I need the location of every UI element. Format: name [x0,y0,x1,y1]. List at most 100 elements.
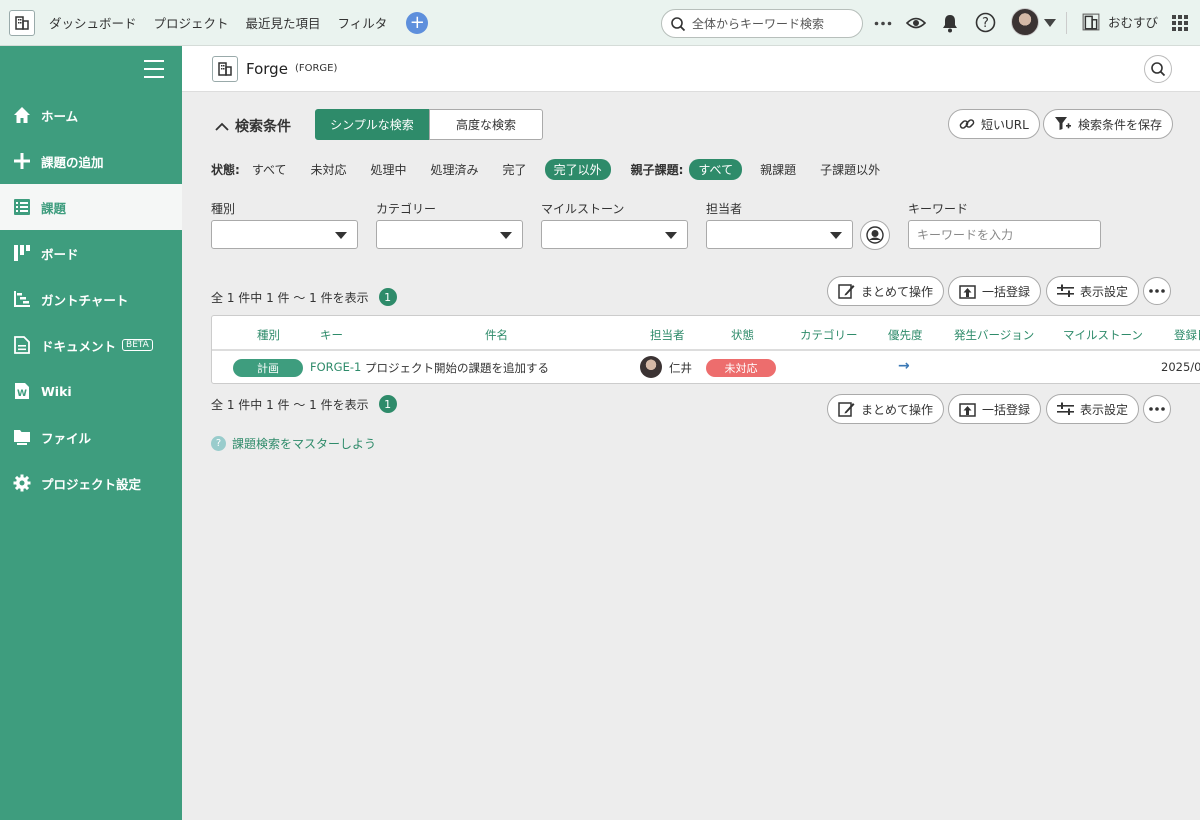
issue-subject[interactable]: プロジェクト開始の課題を追加する [365,360,549,376]
beta-badge: BETA [122,339,153,351]
bulk-edit-label: まとめて操作 [861,284,934,299]
document-icon [12,335,32,355]
column-header-key[interactable]: キー [320,327,343,343]
sidebar-item-wiki[interactable]: W Wiki [0,368,182,414]
space-name-label: おむすび [1108,15,1159,30]
project-header: Forge (FORGE) [182,46,1200,92]
column-header-category[interactable]: カテゴリー [800,327,858,343]
status-option-all[interactable]: すべて [246,159,293,180]
sidebar-item-project-settings[interactable]: プロジェクト設定 [0,460,182,506]
sidebar-item-label: ファイル [41,430,92,446]
wiki-icon: W [12,381,32,401]
notification-bell-icon[interactable] [941,13,959,33]
result-count-badge: 1 [378,395,397,413]
more-icon [1149,407,1165,411]
assignee-select[interactable] [706,220,853,249]
gear-icon [12,473,32,493]
bulk-edit-button[interactable]: まとめて操作 [827,394,945,424]
sliders-icon [1057,402,1074,415]
help-question-icon[interactable]: ? [975,12,996,33]
edit-pencil-icon [838,402,855,417]
apps-grid-icon[interactable] [1172,15,1188,31]
sidebar-item-issues[interactable]: 課題 [0,184,182,230]
user-icon [866,226,884,244]
search-conditions-toggle[interactable]: 検索条件 [215,116,291,136]
status-option-in-progress[interactable]: 処理中 [365,159,413,180]
bulk-register-label: 一括登録 [982,402,1031,417]
assign-to-me-button[interactable] [860,220,890,250]
status-option-not-closed[interactable]: 完了以外 [544,159,611,180]
type-select[interactable] [211,220,358,249]
project-name[interactable]: Forge [246,60,288,78]
sidebar-item-label: ホーム [41,108,79,124]
column-header-priority[interactable]: 優先度 [888,327,923,343]
column-header-assignee[interactable]: 担当者 [650,327,685,343]
add-issue-plus-icon[interactable]: + [406,11,429,34]
search-conditions-title: 検索条件 [235,119,291,135]
global-header: ダッシュボード プロジェクト 最近見た項目 フィルタ + 全体からキーワード検索… [0,0,1200,46]
watch-eye-icon[interactable] [906,14,926,32]
bulk-register-button[interactable]: 一括登録 [948,276,1042,306]
milestone-select[interactable] [541,220,688,249]
short-url-button[interactable]: 短いURL [948,109,1040,139]
more-actions-button[interactable] [1143,277,1171,305]
save-search-button[interactable]: 検索条件を保存 [1043,109,1174,139]
status-filter-row: 状態: すべて 未対応 処理中 処理済み 完了 完了以外 親子課題: すべて 親… [211,159,898,180]
nav-filter[interactable]: フィルタ [338,13,388,32]
search-help-link[interactable]: ? 課題検索をマスターしよう [211,435,376,452]
keyword-field-label: キーワード [908,202,969,216]
priority-arrow-icon: → [898,358,910,374]
parent-option-parent[interactable]: 親課題 [754,159,802,180]
sidebar-item-gantt[interactable]: ガントチャート [0,276,182,322]
nav-recent-items[interactable]: 最近見た項目 [246,13,321,32]
sidebar-item-add-issue[interactable]: 課題の追加 [0,138,182,184]
project-search-button[interactable] [1144,55,1172,83]
status-option-open[interactable]: 未対応 [305,159,353,180]
help-question-icon: ? [211,436,226,451]
display-settings-button[interactable]: 表示設定 [1046,276,1140,306]
column-header-type[interactable]: 種別 [257,327,280,343]
column-header-created[interactable]: 登録日 [1174,327,1200,343]
sidebar-item-files[interactable]: ファイル [0,414,182,460]
sidebar-item-board[interactable]: ボード [0,230,182,276]
display-settings-label: 表示設定 [1080,402,1129,417]
parent-option-non-child[interactable]: 子課題以外 [814,159,886,180]
global-search-input[interactable]: 全体からキーワード検索 [661,9,863,38]
column-header-version[interactable]: 発生バージョン [954,327,1034,343]
status-badge[interactable]: 未対応 [706,359,776,377]
result-count-text: 全 1 件中 1 件 〜 1 件を表示 [211,290,369,305]
svg-text:W: W [17,389,27,399]
gantt-icon [12,289,32,309]
tab-simple-search[interactable]: シンプルな検索 [315,109,429,140]
issue-key-link[interactable]: FORGE-1 [310,360,361,374]
sidebar-item-label: ボード [41,246,79,262]
status-option-closed[interactable]: 完了 [497,159,533,180]
user-avatar[interactable] [1011,8,1039,36]
chevron-down-icon [500,232,512,239]
display-settings-button[interactable]: 表示設定 [1046,394,1140,424]
status-option-resolved[interactable]: 処理済み [425,159,485,180]
sidebar-item-documents[interactable]: ドキュメント BETA [0,322,182,368]
keyword-input[interactable] [908,220,1101,249]
column-header-status[interactable]: 状態 [731,327,754,343]
category-select[interactable] [376,220,523,249]
more-actions-button[interactable] [1143,395,1171,423]
bulk-register-button[interactable]: 一括登録 [948,394,1042,424]
nav-dashboard[interactable]: ダッシュボード [49,13,137,32]
user-menu-chevron-down-icon[interactable] [1044,19,1056,27]
category-field-label: カテゴリー [376,202,437,216]
space-switcher[interactable]: おむすび [1082,12,1158,31]
more-icon[interactable] [874,21,892,26]
tab-advanced-search[interactable]: 高度な検索 [429,109,543,140]
status-filter-label: 状態: [211,163,240,177]
bulk-register-label: 一括登録 [982,284,1031,299]
parent-option-all[interactable]: すべて [689,159,743,180]
space-logo-icon[interactable] [9,9,35,36]
nav-projects[interactable]: プロジェクト [154,13,229,32]
bulk-edit-button[interactable]: まとめて操作 [827,276,945,306]
column-header-subject[interactable]: 件名 [485,327,508,343]
result-count-text: 全 1 件中 1 件 〜 1 件を表示 [211,397,369,412]
column-header-milestone[interactable]: マイルストーン [1063,327,1143,343]
sidebar-item-home[interactable]: ホーム [0,92,182,138]
menu-toggle-icon[interactable] [144,60,164,84]
